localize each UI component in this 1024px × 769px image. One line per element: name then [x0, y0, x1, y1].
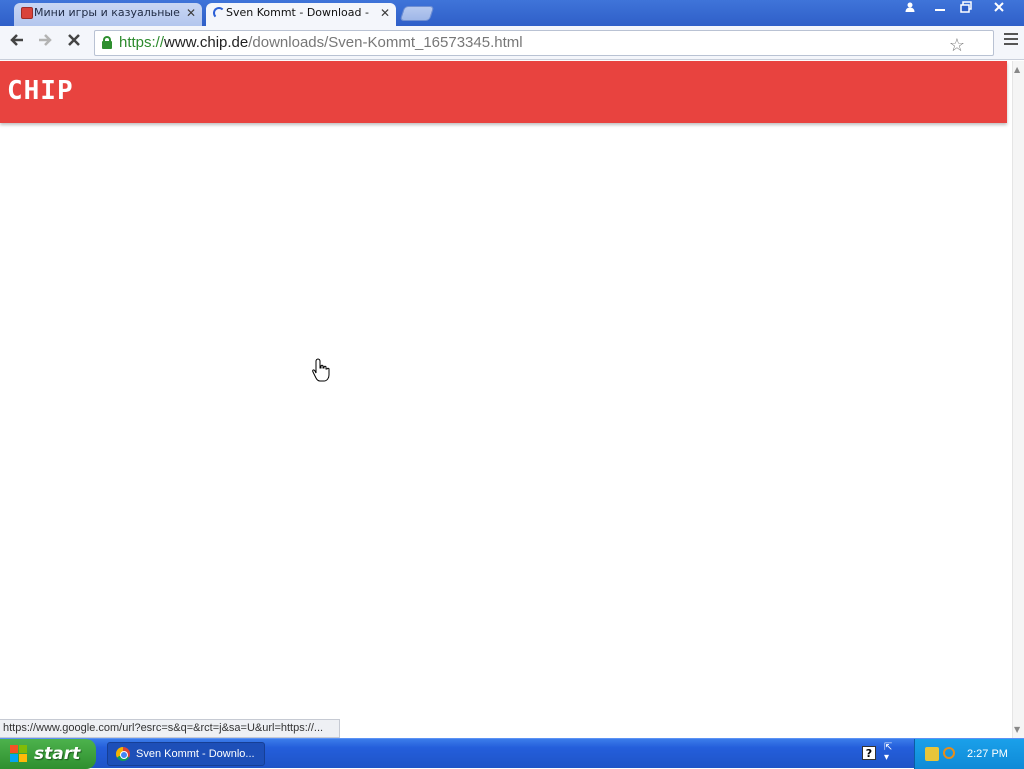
- address-bar[interactable]: https://www.chip.de/downloads/Sven-Kommt…: [94, 30, 994, 56]
- tab-minigames[interactable]: Мини игры и казуальные и ✕: [14, 3, 202, 26]
- url-path: /downloads/Sven-Kommt_16573345.html: [248, 34, 523, 51]
- stop-x-icon[interactable]: [63, 32, 85, 54]
- system-tray: 2:27 PM: [914, 739, 1024, 769]
- minimize-button[interactable]: [926, 0, 954, 20]
- tab-title: Мини игры и казуальные и: [34, 6, 180, 19]
- vertical-scrollbar[interactable]: ▲ ▼: [1012, 61, 1024, 738]
- profile-icon[interactable]: [896, 0, 924, 20]
- scroll-down-arrow-icon[interactable]: ▼: [1014, 725, 1020, 734]
- forward-arrow-icon[interactable]: [34, 32, 56, 54]
- close-window-button[interactable]: [984, 0, 1014, 20]
- chrome-icon: [116, 747, 130, 761]
- hamburger-menu-icon[interactable]: [1004, 33, 1018, 45]
- network-tray-icon[interactable]: [925, 747, 939, 761]
- site-header: CHIP: [0, 61, 1007, 123]
- lock-icon: [101, 36, 113, 49]
- link-status-bubble: https://www.google.com/url?esrc=s&q=&rct…: [0, 719, 340, 738]
- back-arrow-icon[interactable]: [6, 32, 28, 54]
- taskbar-item-label: Sven Kommt - Downlo...: [136, 748, 255, 760]
- chip-logo[interactable]: CHIP: [7, 76, 74, 106]
- restore-button[interactable]: [952, 0, 980, 20]
- windows-taskbar: start Sven Kommt - Downlo... ? ⇱ ▾ 2:27 P…: [0, 738, 1024, 769]
- tab-favicon-icon: [21, 7, 33, 19]
- tab-close-icon[interactable]: ✕: [380, 3, 390, 23]
- help-icon[interactable]: ?: [862, 746, 876, 760]
- search-tray-icon[interactable]: [943, 747, 955, 759]
- taskbar-item-chrome[interactable]: Sven Kommt - Downlo...: [107, 742, 265, 766]
- new-tab-button[interactable]: [399, 6, 435, 21]
- loading-spinner-icon: [213, 7, 225, 19]
- browser-tab-strip: Мини игры и казуальные и ✕ Sven Kommt - …: [0, 0, 1024, 26]
- start-label: start: [34, 744, 81, 764]
- page-content: CHIP: [0, 61, 1012, 738]
- scroll-up-arrow-icon[interactable]: ▲: [1014, 65, 1020, 74]
- browser-toolbar: https://www.chip.de/downloads/Sven-Kommt…: [0, 26, 1024, 60]
- hand-cursor-icon: [312, 358, 330, 382]
- url-scheme: https://: [119, 34, 165, 51]
- tab-title: Sven Kommt - Download - Ch: [226, 6, 372, 19]
- tab-close-icon[interactable]: ✕: [186, 3, 196, 23]
- windows-logo-icon: [10, 745, 28, 763]
- start-button[interactable]: start: [0, 739, 96, 769]
- expand-tray-icon[interactable]: ⇱ ▾: [884, 743, 892, 763]
- clock[interactable]: 2:27 PM: [967, 739, 1008, 769]
- bookmark-star-icon[interactable]: ☆: [949, 33, 965, 57]
- tab-sven-kommt[interactable]: Sven Kommt - Download - Ch ✕: [206, 3, 396, 26]
- url-host: www.chip.de: [164, 34, 249, 51]
